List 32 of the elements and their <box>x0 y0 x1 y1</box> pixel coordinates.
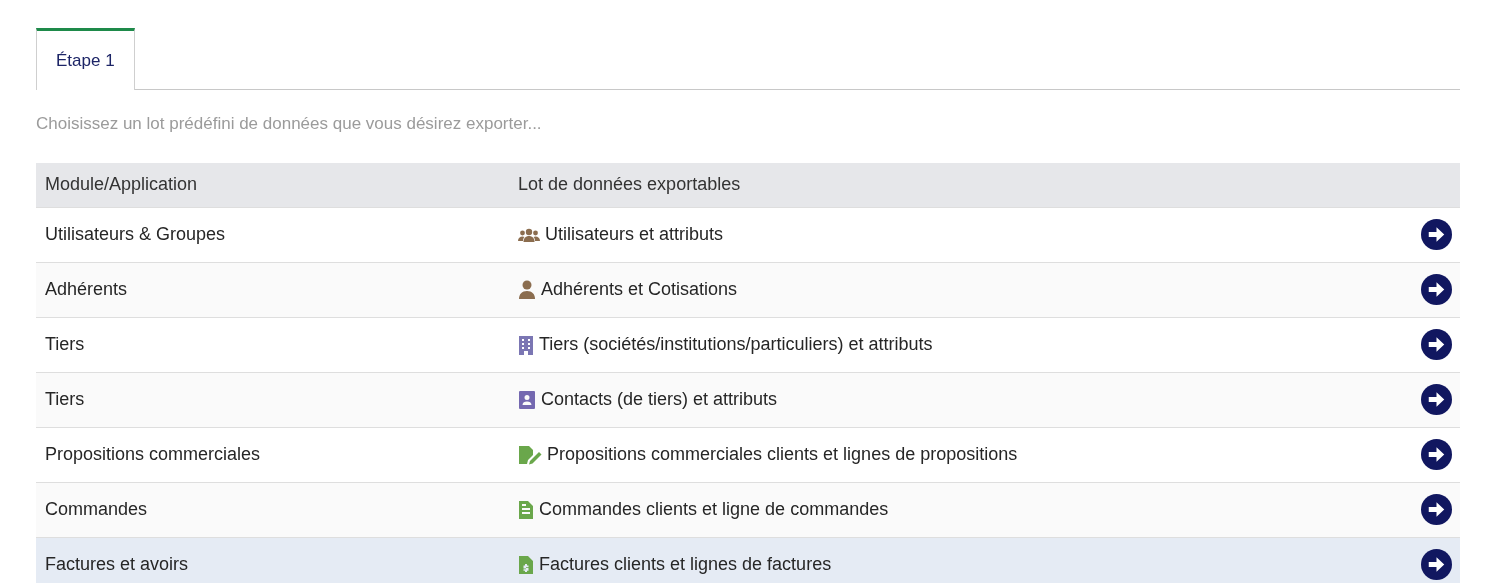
instruction-text: Choisissez un lot prédéfini de données que vous désirez exporter... <box>36 114 543 134</box>
document-icon <box>518 499 534 520</box>
table-cell: Utilisateurs et attributs <box>545 224 724 245</box>
table-cell: Adhérents <box>45 279 128 299</box>
table-cell: Utilisateurs & Groupes <box>45 224 226 244</box>
table-cell: Propositions commerciales <box>45 444 261 464</box>
arrow-circle-button[interactable] <box>1421 384 1452 415</box>
arrow-circle-button[interactable] <box>1421 494 1452 525</box>
table-cell: Tiers <box>45 389 85 409</box>
table-cell: Contacts (de tiers) et attributs <box>541 389 778 410</box>
arrow-circle-button[interactable] <box>1421 274 1452 305</box>
table-cell: Propositions commerciales clients et lignes de propositions <box>547 444 1018 465</box>
table-cell: Commandes clients et ligne de commandes <box>539 499 889 520</box>
table-cell: Adhérents et Cotisations <box>541 279 738 300</box>
invoice-icon <box>518 554 534 575</box>
arrow-circle-button[interactable] <box>1421 329 1452 360</box>
step-tab[interactable]: Étape 1 <box>36 28 135 90</box>
users-icon <box>518 226 540 243</box>
column-header: Module/Application <box>36 163 509 208</box>
arrow-circle-button[interactable] <box>1421 219 1452 250</box>
table-cell: Tiers (sociétés/institutions/particuliers) et attributs <box>539 334 933 355</box>
arrow-circle-button[interactable] <box>1421 549 1452 580</box>
contact-card-icon <box>518 389 536 410</box>
table-cell: Tiers <box>45 334 85 354</box>
table-cell: Factures et avoirs <box>45 554 189 574</box>
table-cell: Commandes <box>45 499 148 519</box>
column-header: Lot de données exportables <box>509 163 1460 208</box>
document-pen-icon <box>518 444 542 465</box>
building-icon <box>518 334 534 355</box>
person-icon <box>518 279 536 300</box>
arrow-circle-button[interactable] <box>1421 439 1452 470</box>
table-cell: Factures clients et lignes de factures <box>539 554 832 575</box>
